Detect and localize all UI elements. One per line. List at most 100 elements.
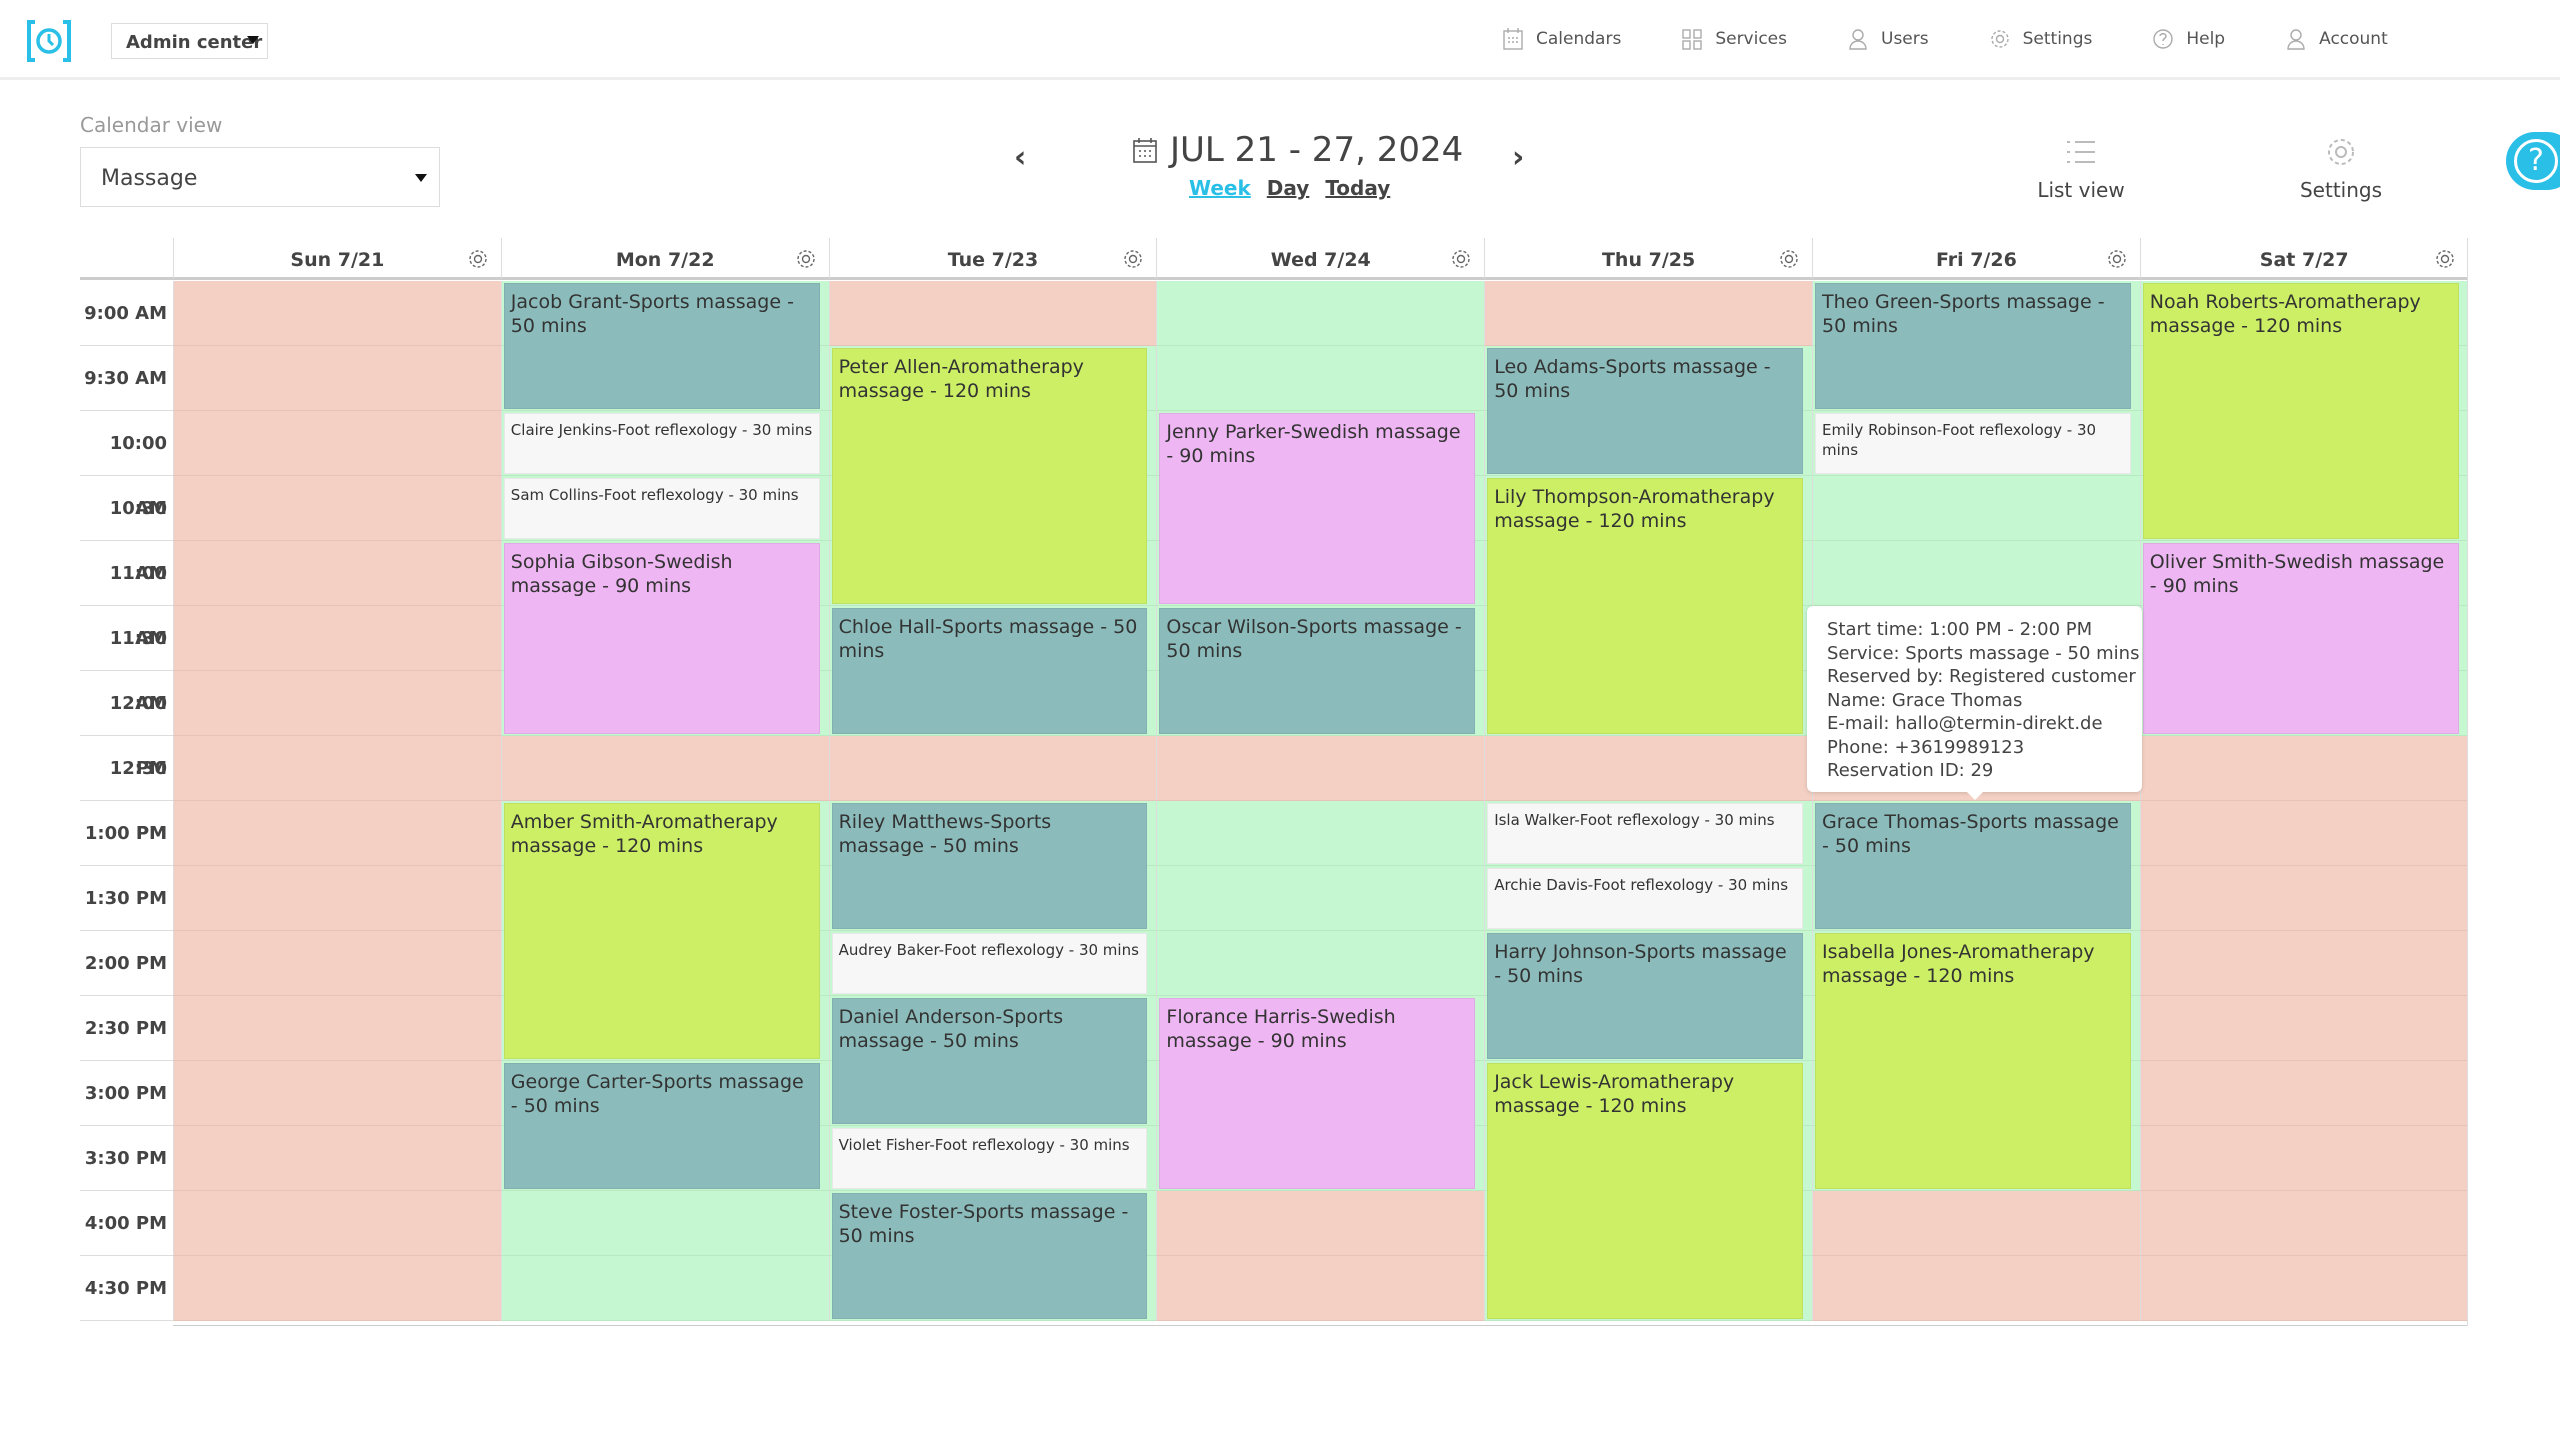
available-slot[interactable] xyxy=(500,1256,829,1321)
booking-sports[interactable]: Riley Matthews-Sports massage - 50 mins xyxy=(831,803,1148,929)
booking-aromatherapy[interactable]: Jack Lewis-Aromatherapy massage - 120 mi… xyxy=(1487,1063,1803,1319)
unavailable-slot xyxy=(2139,1191,2468,1256)
previous-week-button[interactable]: ‹ xyxy=(1014,140,1026,175)
tooltip-line: Reserved by: Registered customer xyxy=(1827,666,2136,687)
booking-foot[interactable]: Claire Jenkins-Foot reflexology - 30 min… xyxy=(503,413,820,474)
gear-icon[interactable] xyxy=(1122,248,1144,270)
time-label: 3:00 PM xyxy=(80,1061,173,1126)
main-nav: Calendars Services Users Settings Help A… xyxy=(1502,27,2448,51)
booking-sports[interactable]: Daniel Anderson-Sports massage - 50 mins xyxy=(831,998,1148,1124)
help-icon xyxy=(2153,29,2174,49)
available-slot[interactable] xyxy=(1156,346,1485,411)
users-icon xyxy=(1849,29,1867,50)
booking-sports[interactable]: Theo Green-Sports massage - 50 mins xyxy=(1815,283,2131,409)
next-week-button[interactable]: › xyxy=(1512,140,1524,175)
today-link[interactable]: Today xyxy=(1325,176,1390,200)
calendar-settings-button[interactable]: Settings xyxy=(2296,136,2386,202)
nav-label: Help xyxy=(2186,29,2226,49)
nav-help[interactable]: Help xyxy=(2152,27,2225,51)
unavailable-slot xyxy=(173,801,501,866)
available-slot[interactable] xyxy=(1812,541,2140,606)
unavailable-slot xyxy=(2139,801,2468,866)
booking-sports[interactable]: Leo Adams-Sports massage - 50 mins xyxy=(1487,348,1803,474)
booking-sports[interactable]: Jacob Grant-Sports massage - 50 mins xyxy=(503,283,820,409)
time-label: 12:00 PM xyxy=(80,671,173,779)
time-label: 11:30 AM xyxy=(80,606,173,714)
available-slot[interactable] xyxy=(1156,281,1485,346)
booking-aromatherapy[interactable]: Peter Allen-Aromatherapy massage - 120 m… xyxy=(831,348,1148,604)
booking-foot[interactable]: Emily Robinson-Foot reflexology - 30 min… xyxy=(1815,413,2131,474)
calendar-view-select[interactable]: Massage xyxy=(80,147,440,207)
time-label: 9:00 AM xyxy=(80,281,173,346)
time-label: 4:00 PM xyxy=(80,1191,173,1256)
view-switcher: Week Day Today xyxy=(1189,176,1390,200)
booking-sports[interactable]: Oscar Wilson-Sports massage - 50 mins xyxy=(1159,608,1476,734)
booking-foot[interactable]: Violet Fisher-Foot reflexology - 30 mins xyxy=(831,1128,1148,1189)
unavailable-slot xyxy=(173,411,501,476)
unavailable-slot xyxy=(173,866,501,931)
nav-users[interactable]: Users xyxy=(1847,27,1929,51)
booking-sports[interactable]: Harry Johnson-Sports massage - 50 mins xyxy=(1487,933,1803,1059)
gear-icon xyxy=(2328,139,2354,165)
unavailable-slot xyxy=(173,541,501,606)
day-column-header: Sun 7/21 xyxy=(173,238,501,280)
booking-sports[interactable]: Steve Foster-Sports massage - 50 mins xyxy=(831,1193,1148,1319)
unavailable-slot xyxy=(1812,1191,2140,1256)
booking-foot[interactable]: Sam Collins-Foot reflexology - 30 mins xyxy=(503,478,820,539)
booking-aromatherapy[interactable]: Noah Roberts-Aromatherapy massage - 120 … xyxy=(2142,283,2459,539)
booking-swedish[interactable]: Sophia Gibson-Swedish massage - 90 mins xyxy=(503,543,820,734)
caret-down-icon xyxy=(415,174,427,182)
time-label: 1:00 PM xyxy=(80,801,173,866)
gear-icon[interactable] xyxy=(467,248,489,270)
unavailable-slot xyxy=(2139,736,2468,801)
time-label: 12:30 PM xyxy=(80,736,173,844)
day-column-header: Fri 7/26 xyxy=(1812,238,2140,280)
nav-services[interactable]: Services xyxy=(1681,27,1787,51)
day-column-header: Tue 7/23 xyxy=(828,238,1157,280)
available-slot[interactable] xyxy=(1156,931,1485,996)
gear-icon[interactable] xyxy=(1450,248,1472,270)
nav-label: Settings xyxy=(2022,29,2093,49)
list-view-label: List view xyxy=(2037,178,2125,202)
booking-aromatherapy[interactable]: Isabella Jones-Aromatherapy massage - 12… xyxy=(1815,933,2131,1189)
available-slot[interactable] xyxy=(1812,476,2140,541)
booking-aromatherapy[interactable]: Amber Smith-Aromatherapy massage - 120 m… xyxy=(503,803,820,1059)
admin-center-dropdown[interactable]: Admin center xyxy=(111,23,268,59)
booking-sports[interactable]: Grace Thomas-Sports massage - 50 mins xyxy=(1815,803,2131,929)
day-view-link[interactable]: Day xyxy=(1267,176,1310,200)
calendar-view-value: Massage xyxy=(101,166,198,191)
unavailable-slot xyxy=(500,736,829,801)
nav-label: Account xyxy=(2319,29,2388,49)
booking-sports[interactable]: George Carter-Sports massage - 50 mins xyxy=(503,1063,820,1189)
grid-icon xyxy=(1682,29,1703,50)
gear-icon[interactable] xyxy=(2106,248,2128,270)
time-label: 9:30 AM xyxy=(80,346,173,411)
available-slot[interactable] xyxy=(1156,866,1485,931)
available-slot[interactable] xyxy=(1156,801,1485,866)
help-bubble-button[interactable]: ? xyxy=(2506,132,2560,190)
date-range-text: JUL 21 - 27, 2024 xyxy=(1170,130,1464,170)
nav-account[interactable]: Account xyxy=(2285,27,2388,51)
gear-icon[interactable] xyxy=(2434,248,2456,270)
nav-settings[interactable]: Settings xyxy=(1989,27,2093,51)
gear-icon[interactable] xyxy=(795,248,817,270)
nav-calendars[interactable]: Calendars xyxy=(1502,27,1621,51)
unavailable-slot xyxy=(173,346,501,411)
nav-label: Users xyxy=(1881,29,1929,49)
booking-foot[interactable]: Audrey Baker-Foot reflexology - 30 mins xyxy=(831,933,1148,994)
gear-icon[interactable] xyxy=(1778,248,1800,270)
day-column-header: Thu 7/25 xyxy=(1484,238,1812,280)
booking-sports[interactable]: Chloe Hall-Sports massage - 50 mins xyxy=(831,608,1148,734)
app-logo[interactable] xyxy=(26,20,72,62)
unavailable-slot xyxy=(173,996,501,1061)
list-view-button[interactable]: List view xyxy=(2036,136,2126,202)
booking-swedish[interactable]: Jenny Parker-Swedish massage - 90 mins xyxy=(1159,413,1476,604)
nav-label: Calendars xyxy=(1536,29,1622,49)
booking-foot[interactable]: Isla Walker-Foot reflexology - 30 mins xyxy=(1487,803,1803,864)
booking-aromatherapy[interactable]: Lily Thompson-Aromatherapy massage - 120… xyxy=(1487,478,1803,734)
booking-swedish[interactable]: Florance Harris-Swedish massage - 90 min… xyxy=(1159,998,1476,1189)
booking-foot[interactable]: Archie Davis-Foot reflexology - 30 mins xyxy=(1487,868,1803,929)
available-slot[interactable] xyxy=(500,1191,829,1256)
booking-swedish[interactable]: Oliver Smith-Swedish massage - 90 mins xyxy=(2142,543,2459,734)
week-view-link[interactable]: Week xyxy=(1189,176,1251,200)
